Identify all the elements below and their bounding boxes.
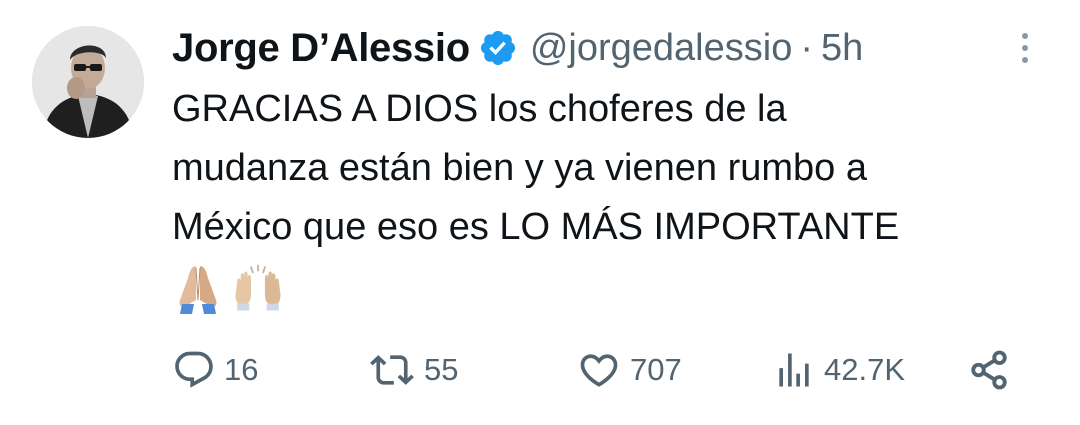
tweet[interactable]: Jorge D’Alessio @jorgedalessio · 5h GRAC…: [0, 0, 1080, 425]
heart-icon: [580, 354, 618, 387]
tweet-header: Jorge D’Alessio @jorgedalessio · 5h: [172, 22, 863, 74]
separator-dot: ·: [800, 26, 813, 69]
reply-icon: [175, 351, 213, 388]
more-options-icon[interactable]: [1010, 28, 1040, 68]
retweet-icon: [370, 355, 414, 385]
like-count: 707: [630, 352, 682, 387]
display-name[interactable]: Jorge D’Alessio: [172, 26, 470, 71]
folded-hands-icon: [179, 266, 217, 314]
tweet-actions: 16 55 707 42.7K: [172, 345, 1022, 395]
reply-count: 16: [224, 352, 259, 387]
views-count: 42.7K: [824, 352, 906, 387]
like-button[interactable]: 707: [576, 345, 682, 395]
reply-button[interactable]: 16: [172, 345, 258, 395]
verified-badge-icon: [478, 28, 518, 68]
avatar[interactable]: [32, 26, 144, 138]
tweet-emojis: [172, 258, 284, 318]
handle[interactable]: @jorgedalessio: [530, 27, 793, 70]
retweet-button[interactable]: 55: [368, 345, 458, 395]
share-button[interactable]: [968, 345, 1010, 395]
tweet-text: GRACIAS A DIOS los choferes de la mudanz…: [172, 88, 900, 248]
views-button[interactable]: 42.7K: [772, 345, 905, 395]
raising-hands-icon: [235, 264, 281, 311]
retweet-count: 55: [424, 352, 459, 387]
views-chart-icon: [779, 353, 809, 387]
share-icon: [971, 350, 1007, 390]
timestamp[interactable]: 5h: [821, 27, 863, 70]
